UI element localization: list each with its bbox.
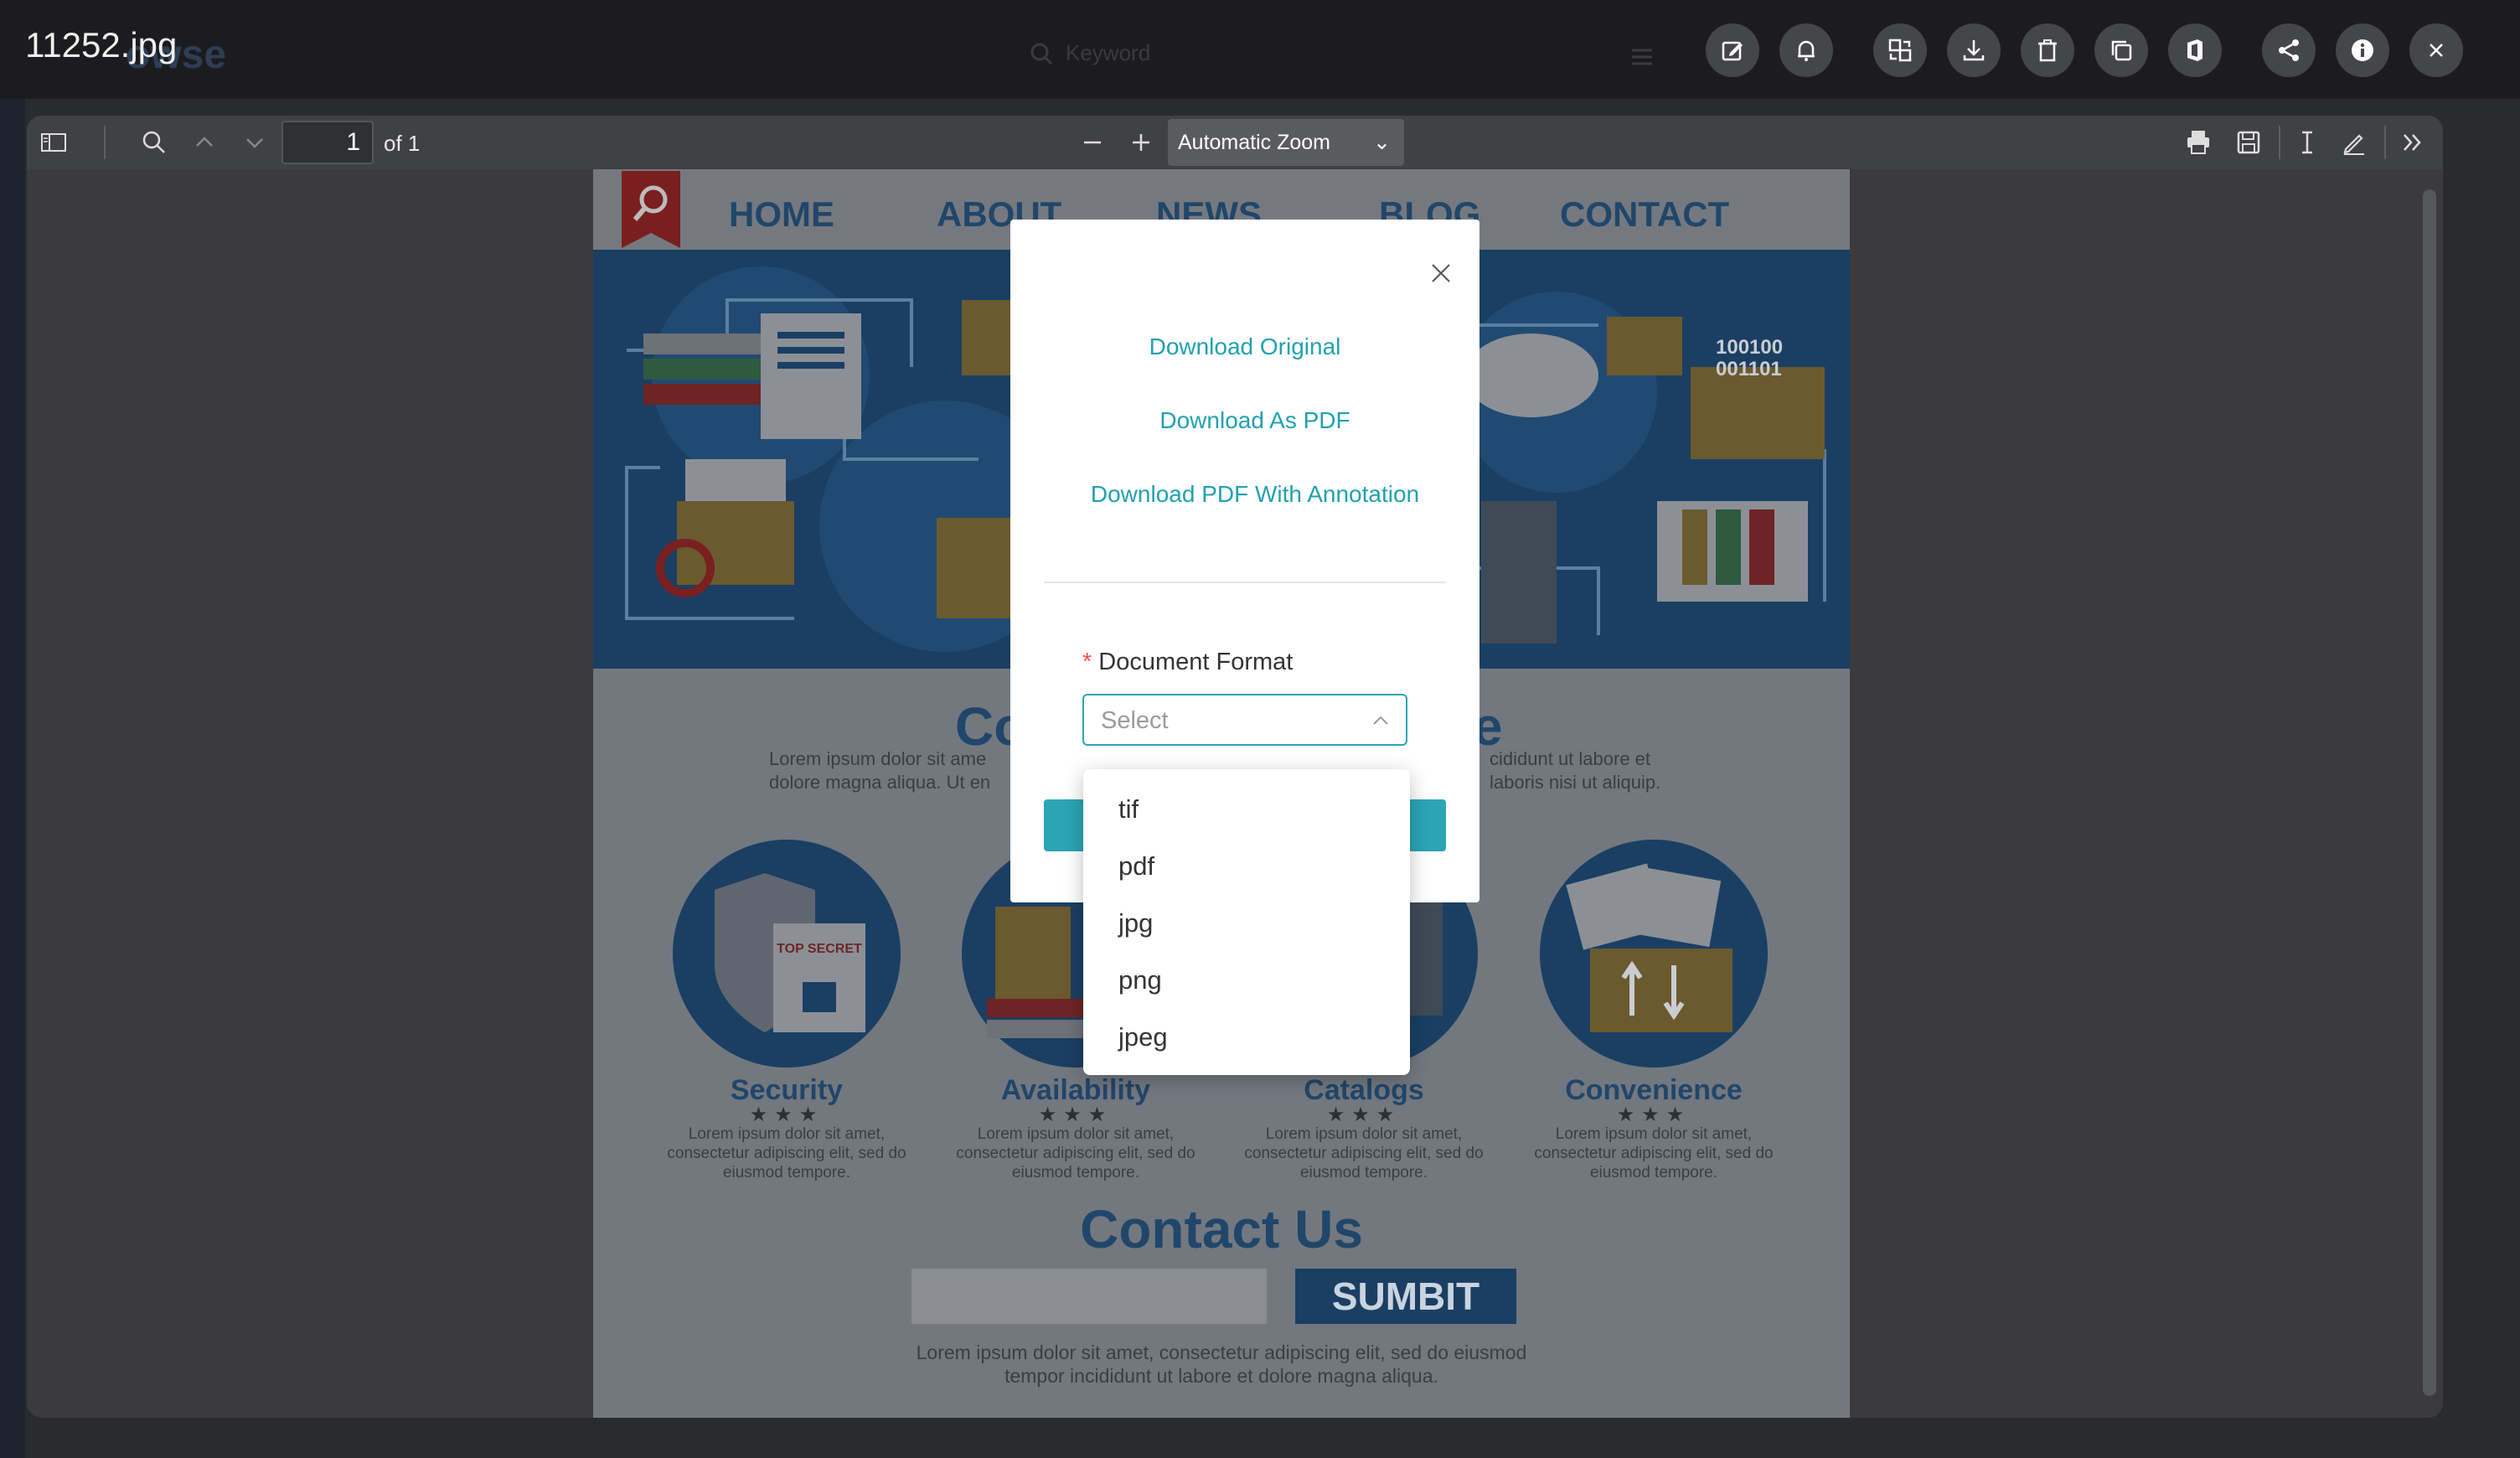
download-pdf-annotation-link[interactable]: Download PDF With Annotation: [1020, 481, 1490, 508]
download-original-link[interactable]: Download Original: [1010, 333, 1479, 360]
toolbar-separator: [104, 126, 106, 159]
next-page-icon[interactable]: [240, 127, 270, 158]
download-button[interactable]: [1947, 23, 2001, 77]
file-name: 11252.jpg: [25, 25, 178, 65]
previous-page-icon[interactable]: [189, 127, 219, 158]
zoom-select[interactable]: Automatic Zoom ⌄: [1168, 119, 1404, 166]
viewer-scrollbar[interactable]: [2423, 189, 2436, 1396]
text-cursor-icon[interactable]: [2292, 127, 2322, 158]
feature-stars: ★★★: [1616, 1104, 1691, 1126]
viewer-toolbar: 1 of 1 Automatic Zoom ⌄: [27, 116, 2443, 169]
doc-nav-home: HOME: [729, 194, 834, 234]
top-secret-badge: TOP SECRET: [777, 942, 862, 956]
feature-text: Lorem ipsum dolor sit amet, consectetur …: [667, 1125, 906, 1181]
office-button[interactable]: [2168, 23, 2222, 77]
format-option-png[interactable]: png: [1118, 965, 1162, 995]
contact-text: Lorem ipsum dolor sit amet, consectetur …: [916, 1342, 1527, 1387]
doc-nav-contact: CONTACT: [1560, 194, 1730, 234]
convert-button[interactable]: [1873, 23, 1927, 77]
format-option-jpg[interactable]: jpg: [1118, 908, 1153, 938]
toolbar-separator: [2384, 126, 2386, 159]
convenience-illustration: [1540, 840, 1768, 1068]
contact-submit-button: SUMBIT: [1295, 1269, 1516, 1324]
zoom-value: Automatic Zoom: [1178, 131, 1331, 154]
doc-lorem-left: Lorem ipsum dolor sit ame dolore magna al…: [769, 748, 991, 793]
search-placeholder: Keyword: [1066, 40, 1151, 65]
filter-icon[interactable]: [1627, 42, 1657, 72]
keyword-search[interactable]: Keyword: [1029, 40, 1150, 66]
more-tools-icon[interactable]: [2398, 127, 2428, 158]
trash-icon: [2038, 39, 2057, 62]
delete-button[interactable]: [2021, 23, 2074, 77]
modal-divider: [1044, 582, 1446, 583]
hero-binary-1: 100100: [1716, 336, 1783, 359]
required-mark: *: [1082, 649, 1092, 675]
search-icon: [1030, 43, 1053, 65]
feature-stars: ★★★: [1326, 1104, 1402, 1126]
contact-input: [911, 1269, 1267, 1324]
duplicate-button[interactable]: [2094, 23, 2148, 77]
page-count: of 1: [384, 131, 421, 156]
edit-button[interactable]: [1706, 23, 1759, 77]
format-option-pdf[interactable]: pdf: [1118, 851, 1154, 882]
edit-icon: [1722, 41, 1743, 61]
close-button[interactable]: [2409, 23, 2463, 77]
hero-binary-2: 001101: [1716, 358, 1782, 380]
download-icon: [1963, 40, 1985, 61]
format-option-tif[interactable]: tif: [1118, 794, 1139, 825]
save-icon[interactable]: [2233, 127, 2264, 158]
top-bar: owse 11252.jpg Keyword: [0, 0, 2520, 99]
document-format-select[interactable]: Select: [1082, 694, 1407, 746]
zoom-in-icon[interactable]: [1126, 127, 1156, 158]
share-icon: [2279, 39, 2299, 61]
notification-button[interactable]: [1779, 23, 1833, 77]
print-icon[interactable]: [2183, 127, 2213, 158]
document-format-label: * Document Format: [1082, 649, 1294, 675]
share-button[interactable]: [2262, 23, 2316, 77]
feature-text: Lorem ipsum dolor sit amet, consectetur …: [1244, 1125, 1484, 1181]
contact-heading: Contact Us: [1080, 1199, 1363, 1259]
page-number-input[interactable]: 1: [281, 121, 374, 164]
doc-logo: [622, 171, 680, 248]
close-icon: [2430, 44, 2443, 57]
info-button[interactable]: [2336, 23, 2389, 77]
chevron-up-icon: [1373, 716, 1388, 725]
magnifier-icon: [622, 185, 680, 248]
feature-stars: ★★★: [749, 1104, 824, 1126]
draw-icon[interactable]: [2339, 127, 2369, 158]
office-icon: [2187, 39, 2202, 61]
feature-stars: ★★★: [1038, 1104, 1113, 1126]
zoom-out-icon[interactable]: [1077, 127, 1108, 158]
left-sidebar-strip: [0, 99, 25, 1458]
security-illustration: TOP SECRET: [673, 840, 901, 1068]
convert-icon: [1888, 39, 1912, 62]
chevron-down-icon: ⌄: [1373, 131, 1391, 154]
toolbar-separator: [2279, 126, 2280, 159]
format-option-jpeg[interactable]: jpeg: [1118, 1022, 1168, 1052]
download-as-pdf-link[interactable]: Download As PDF: [1020, 407, 1490, 434]
feature-text: Lorem ipsum dolor sit amet, consectetur …: [956, 1125, 1195, 1181]
feature-text: Lorem ipsum dolor sit amet, consectetur …: [1534, 1125, 1774, 1181]
sidebar-toggle-icon[interactable]: [39, 127, 69, 158]
find-icon[interactable]: [139, 127, 169, 158]
format-dropdown: tif pdf jpg png jpeg: [1083, 769, 1410, 1075]
close-icon[interactable]: [1428, 260, 1454, 287]
doc-lorem-right: cididunt ut labore et laboris nisi ut ali…: [1490, 748, 1661, 793]
info-icon: [2352, 39, 2373, 61]
copy-icon: [2111, 40, 2132, 61]
bell-icon: [1798, 40, 1815, 61]
select-placeholder: Select: [1101, 707, 1169, 734]
